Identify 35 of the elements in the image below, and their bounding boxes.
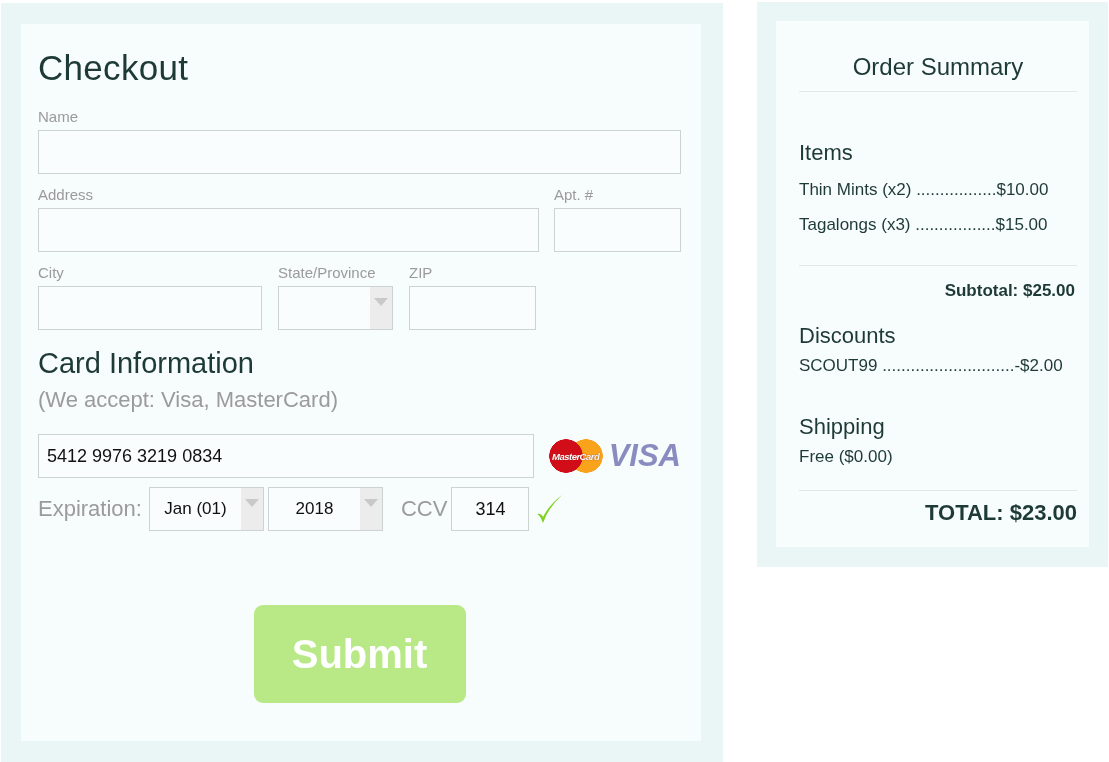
summary-title: Order Summary	[799, 52, 1077, 92]
field-label: ZIP	[409, 264, 433, 282]
caret-icon	[374, 298, 388, 306]
input-field[interactable]	[554, 208, 681, 252]
ccv-field[interactable]: 314	[451, 487, 530, 531]
card-number-field[interactable]: 5412 9976 3219 0834	[38, 434, 534, 478]
summary-line: SCOUT99 ............................-$2.00	[799, 355, 1064, 377]
field-label: Apt. #	[554, 186, 594, 204]
section-heading: Shipping	[799, 413, 886, 441]
input-field[interactable]	[38, 286, 262, 330]
field-label: City	[38, 264, 64, 282]
accepted-cards-note: (We accept: Visa, MasterCard)	[38, 387, 339, 413]
field-label: State/Province	[278, 264, 376, 282]
section-heading: Discounts	[799, 322, 897, 350]
input-field[interactable]	[38, 130, 681, 174]
summary-line: Free ($0.00)	[799, 446, 894, 468]
input-field[interactable]	[38, 208, 539, 252]
summary-line: Thin Mints (x2) .................$10.00	[799, 179, 1050, 201]
month-dropdown[interactable]: Jan (01)	[148, 487, 264, 531]
input-field[interactable]	[409, 286, 536, 330]
field-label: Name	[38, 108, 78, 126]
caret-icon	[244, 499, 259, 507]
expiration-label: Expiration:	[38, 496, 142, 522]
page-title: Checkout	[38, 48, 190, 88]
dropdown-field[interactable]	[278, 286, 393, 330]
card-logo: VISA	[608, 439, 681, 473]
summary-line: Tagalongs (x3) .................$15.00	[799, 214, 1049, 236]
section-heading: Items	[799, 139, 854, 167]
caret-icon	[363, 499, 378, 507]
section-title: Card Information	[38, 346, 255, 380]
year-dropdown[interactable]: 2018	[267, 487, 383, 531]
field-label: Address	[38, 186, 94, 204]
subtotal-text: Subtotal: $25.00	[943, 280, 1076, 302]
ccv-label: CCV	[400, 496, 448, 522]
total-text: TOTAL: $23.00	[924, 499, 1077, 527]
